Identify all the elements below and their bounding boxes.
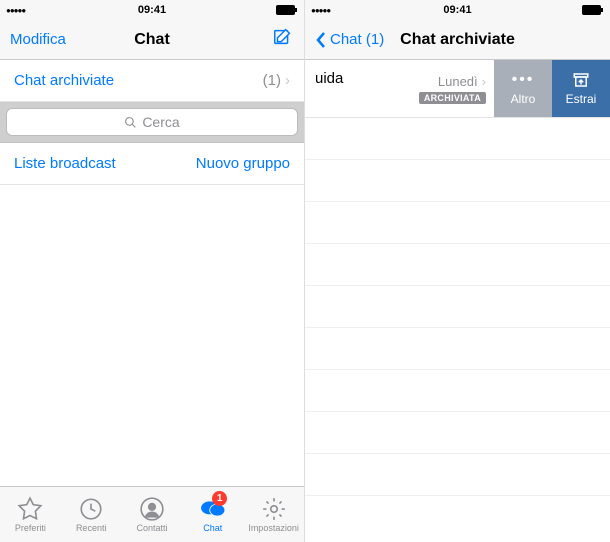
chevron-right-icon: › xyxy=(285,72,290,89)
new-group-button[interactable]: Nuovo gruppo xyxy=(196,155,290,172)
archived-chats-row[interactable]: Chat archiviate (1) › xyxy=(0,60,304,102)
tab-settings[interactable]: Impostazioni xyxy=(243,487,304,542)
search-icon xyxy=(124,116,137,129)
nav-bar: Chat (1) Chat archiviate xyxy=(305,20,610,60)
status-bar: ●●●●● 09:41 xyxy=(305,0,610,20)
gear-icon xyxy=(261,496,287,522)
tab-favorites[interactable]: Preferiti xyxy=(0,487,61,542)
compose-button[interactable] xyxy=(272,26,294,53)
page-title: Chat xyxy=(134,31,170,49)
clock-icon xyxy=(78,496,104,522)
lists-row: Liste broadcast Nuovo gruppo xyxy=(0,143,304,185)
phone-chat-list: ●●●●● 09:41 Modifica Chat Chat archiviat… xyxy=(0,0,305,542)
tab-contacts[interactable]: Contatti xyxy=(122,487,183,542)
status-bar: ●●●●● 09:41 xyxy=(0,0,304,20)
status-time: 09:41 xyxy=(138,4,166,16)
unarchive-icon xyxy=(572,71,590,89)
back-button[interactable]: Chat (1) xyxy=(315,31,384,49)
chat-day: Lunedì › xyxy=(438,74,486,89)
extract-action-button[interactable]: Estrai xyxy=(552,60,610,117)
archived-tag: ARCHIVIATA xyxy=(419,92,486,104)
contact-icon xyxy=(139,496,165,522)
nav-bar: Modifica Chat xyxy=(0,20,304,60)
search-bar[interactable]: Cerca xyxy=(0,102,304,143)
signal-dots: ●●●●● xyxy=(6,6,25,15)
compose-icon xyxy=(272,26,294,48)
archived-label: Chat archiviate xyxy=(14,72,114,89)
more-action-button[interactable]: ••• Altro xyxy=(494,60,552,117)
chevron-left-icon xyxy=(315,31,327,49)
search-placeholder: Cerca xyxy=(142,114,179,130)
empty-area xyxy=(0,185,304,486)
tab-chat[interactable]: 1 Chat xyxy=(182,487,243,542)
empty-list xyxy=(305,118,610,496)
edit-button[interactable]: Modifica xyxy=(10,31,66,48)
chevron-right-icon: › xyxy=(482,74,486,89)
signal-dots: ●●●●● xyxy=(311,6,330,15)
battery-icon xyxy=(582,5,604,15)
tab-bar: Preferiti Recenti Contatti 1 Chat Impost… xyxy=(0,486,304,542)
status-time: 09:41 xyxy=(443,4,471,16)
phone-archived: ●●●●● 09:41 Chat (1) Chat archiviate uid… xyxy=(305,0,610,542)
star-icon xyxy=(17,496,43,522)
archived-count: (1) › xyxy=(263,72,290,89)
broadcast-lists-button[interactable]: Liste broadcast xyxy=(14,155,116,172)
tab-recents[interactable]: Recenti xyxy=(61,487,122,542)
battery-icon xyxy=(276,5,298,15)
archived-chat-item[interactable]: uida Lunedì › ARCHIVIATA ••• Altro Estra… xyxy=(305,60,610,118)
chat-name: uida xyxy=(315,70,343,87)
page-title: Chat archiviate xyxy=(400,31,515,49)
ellipsis-icon: ••• xyxy=(512,71,535,89)
